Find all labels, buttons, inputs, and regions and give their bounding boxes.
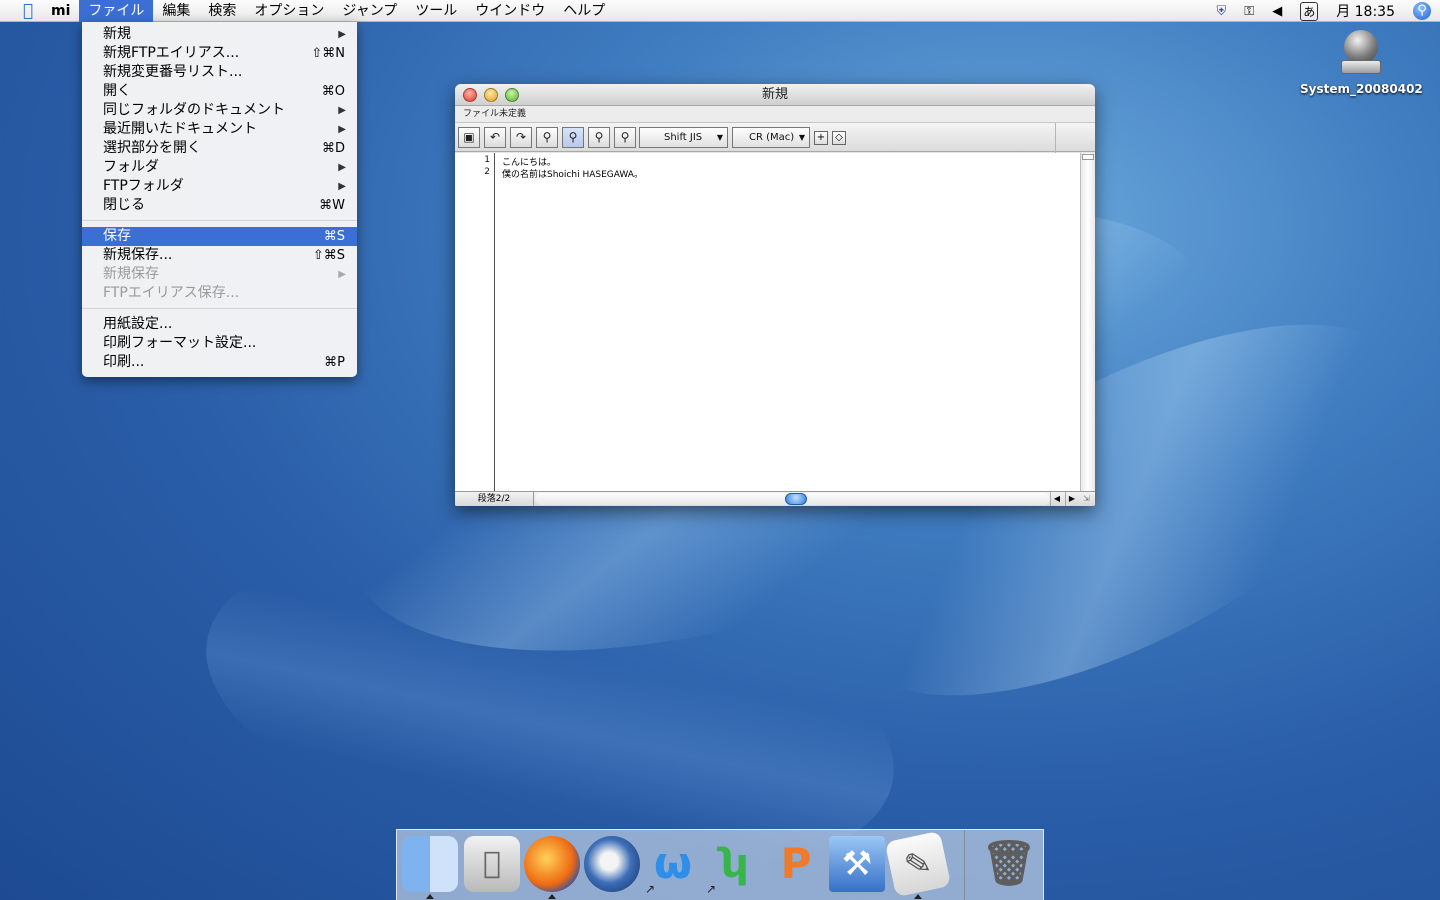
menu-item-new-change-list[interactable]: 新規変更番号リスト... [82, 63, 357, 82]
menu-item-new-save: 新規保存 ▶ [103, 266, 346, 282]
trash-icon[interactable]: 🗑 [981, 836, 1037, 892]
volume-icon[interactable]: ◀ [1272, 4, 1282, 19]
menu-clock[interactable]: 月 18:35 [1336, 1, 1395, 21]
dropdown-caret-icon: ▼ [798, 133, 805, 142]
menu-options[interactable]: オプション [245, 0, 333, 22]
shield-icon[interactable]: ⛨ [1217, 4, 1227, 19]
menu-tools[interactable]: ツール [406, 0, 466, 22]
scroll-thumb[interactable] [785, 493, 807, 505]
menu-item-ftp-alias-save: FTPエイリアス保存... [103, 285, 240, 301]
menu-item-close[interactable]: 閉じる ⌘W [82, 196, 357, 215]
menu-separator [82, 303, 357, 315]
encoding-select[interactable]: Shift JIS ▼ [639, 127, 728, 148]
menu-item-save[interactable]: 保存 ⌘S [82, 227, 357, 246]
redo-icon[interactable]: ↷ [510, 127, 532, 148]
menu-jump[interactable]: ジャンプ [333, 0, 406, 22]
submenu-arrow-icon: ▶ [338, 181, 346, 192]
multi-file-find-icon[interactable]: ⚲ [562, 127, 584, 148]
submenu-arrow-icon: ▶ [338, 29, 346, 40]
menu-item-same-folder-docs[interactable]: 同じフォルダのドキュメント ▶ [82, 101, 357, 120]
menu-item-open-selection[interactable]: 選択部分を開く ⌘D [82, 139, 357, 158]
resize-grip-icon[interactable]: ⇲ [1080, 492, 1093, 506]
scrollbar-cap [1082, 154, 1094, 160]
papers-icon[interactable]: P [768, 836, 824, 892]
file-type-label[interactable]: ファイル未定義 [455, 106, 1095, 122]
text-line: 僕の名前はShoichi HASEGAWA。 [502, 170, 643, 180]
line-number: 1 [484, 155, 490, 165]
paragraph-status: 段落2/2 [455, 492, 534, 506]
text-editor-area[interactable]: 1 2 こんにちは。 僕の名前はShoichi HASEGAWA。 [455, 153, 1080, 491]
search-next-icon[interactable]: ⚲ [614, 127, 636, 148]
scroll-left-icon[interactable]: ◀ [1050, 492, 1063, 506]
scroll-right-icon[interactable]: ▶ [1065, 492, 1078, 506]
system-preferences-icon[interactable]:  [464, 836, 520, 892]
firefox-icon[interactable] [524, 836, 580, 892]
dock-separator [964, 830, 965, 900]
editor-window: 新規 ファイル未定義 ▣ ↶ ↷ ⚲ ⚲ ⚲ ⚲ Shift JIS ▼ CR … [455, 84, 1095, 506]
file-menu-dropdown: 新規 ▶ 新規FTPエイリアス... ⇧⌘N 新規変更番号リスト... 開く ⌘O 同… [82, 22, 357, 377]
menu-window[interactable]: ウインドウ [466, 0, 554, 22]
search-prev-icon[interactable]: ⚲ [588, 127, 610, 148]
save-icon[interactable]: ▣ [458, 127, 480, 148]
input-method-indicator[interactable]: あ [1300, 1, 1319, 21]
spotlight-icon[interactable]: ⚲ [1413, 2, 1431, 20]
window-titlebar[interactable]: 新規 [455, 84, 1095, 106]
menu-item-folder[interactable]: フォルダ ▶ [82, 158, 357, 177]
line-number: 2 [484, 167, 490, 177]
menu-item-open[interactable]: 開く ⌘O [82, 82, 357, 101]
menu-item-print-format[interactable]: 印刷フォーマット設定... [82, 334, 357, 353]
window-title: 新規 [761, 87, 788, 102]
drive-label[interactable]: System_20080402 [1300, 82, 1423, 96]
plus-icon[interactable]: + [814, 131, 828, 145]
running-indicator [914, 894, 922, 899]
smultron-icon[interactable]: ʮ [706, 836, 762, 892]
menu-bar:  mi ファイル 編集 検索 オプション ジャンプ ツール ウインドウ ヘルプ… [0, 0, 1440, 22]
menu-item-print[interactable]: 印刷... ⌘P [82, 353, 357, 372]
thunderbird-icon[interactable] [584, 836, 640, 892]
mi-icon[interactable]: ω [645, 836, 701, 892]
menu-item-recent-docs[interactable]: 最近開いたドキュメント ▶ [82, 120, 357, 139]
menu-app-name[interactable]: mi [42, 0, 79, 22]
menu-search[interactable]: 検索 [199, 0, 245, 22]
menu-item-page-setup[interactable]: 用紙設定... [82, 315, 357, 334]
editor-toolbar: ▣ ↶ ↷ ⚲ ⚲ ⚲ ⚲ Shift JIS ▼ CR (Mac) ▼ + ◇ [455, 122, 1095, 153]
menu-item-save-as[interactable]: 新規保存... ⇧⌘S [82, 246, 357, 265]
script-editor-icon[interactable]: ✎ [884, 830, 952, 898]
dropdown-caret-icon: ▼ [716, 133, 723, 142]
submenu-arrow-icon: ▶ [338, 162, 346, 173]
xcode-icon[interactable]: ⚒ [829, 836, 885, 892]
line-ending-select[interactable]: CR (Mac) ▼ [732, 127, 810, 148]
status-bar: 段落2/2 ◀ ▶ ⇲ [455, 491, 1095, 506]
menu-edit[interactable]: 編集 [153, 0, 199, 22]
submenu-arrow-icon: ▶ [338, 269, 346, 280]
menu-extras: ⛨ ⚿ ◀ あ 月 18:35 ⚲ [1208, 0, 1440, 22]
menu-item-new[interactable]: 新規 ▶ [82, 25, 357, 44]
submenu-arrow-icon: ▶ [338, 105, 346, 116]
toolbar-divider [1055, 123, 1056, 153]
menu-help[interactable]: ヘルプ [554, 0, 614, 22]
finder-icon[interactable] [402, 836, 458, 892]
dock:  ↗ ω ↗ ʮ P ⚒ ✎ 🗑 [396, 829, 1044, 900]
running-indicator [426, 894, 434, 899]
menu-item-new-ftp-alias[interactable]: 新規FTPエイリアス... ⇧⌘N [82, 44, 357, 63]
desktop-drive[interactable]: System_20080402 [1300, 30, 1423, 96]
submenu-arrow-icon: ▶ [338, 124, 346, 135]
menu-item-ftp-folder[interactable]: FTPフォルダ ▶ [82, 177, 357, 196]
diamond-icon[interactable]: ◇ [832, 131, 846, 145]
apple-icon[interactable]:  [14, 1, 42, 21]
binoculars-icon[interactable]: ⚿ [1244, 4, 1254, 19]
undo-icon[interactable]: ↶ [484, 127, 506, 148]
vertical-scrollbar[interactable] [1080, 153, 1095, 491]
horizontal-scrollbar[interactable] [535, 493, 1050, 505]
hard-drive-icon[interactable] [1341, 30, 1381, 76]
running-indicator [548, 894, 556, 899]
line-number-gutter: 1 2 [455, 153, 495, 491]
menu-file[interactable]: ファイル [79, 0, 154, 22]
find-icon[interactable]: ⚲ [536, 127, 558, 148]
menu-separator [82, 215, 357, 227]
